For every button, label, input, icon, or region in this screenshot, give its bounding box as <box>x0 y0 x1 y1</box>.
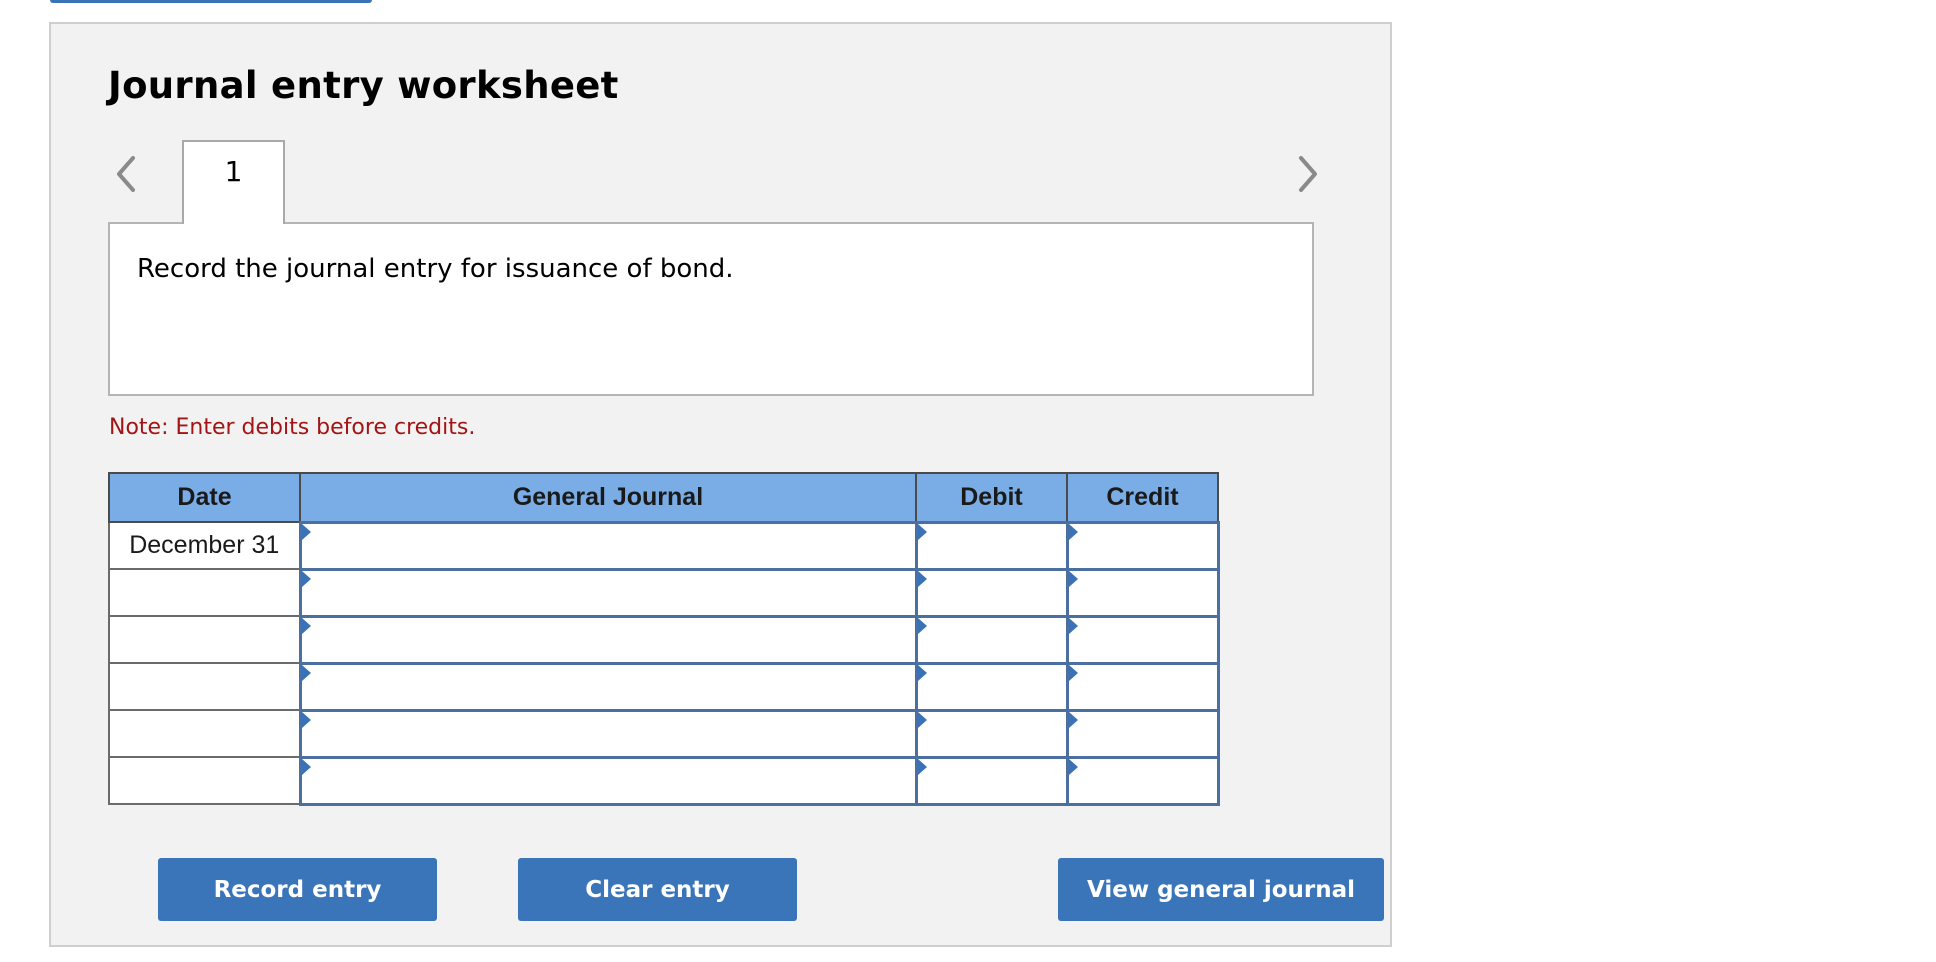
question-box: Record the journal entry for issuance of… <box>108 222 1314 396</box>
credit-cell <box>1065 755 1220 806</box>
view-general-journal-button[interactable]: View general journal <box>1058 858 1384 921</box>
dropdown-marker-icon <box>301 570 311 587</box>
account-input[interactable] <box>301 758 915 803</box>
date-cell <box>108 568 301 617</box>
worksheet-title: Journal entry worksheet <box>108 64 619 107</box>
journal-worksheet-panel: Journal entry worksheet 1 Record the jou… <box>49 22 1392 947</box>
credit-cell <box>1065 567 1220 618</box>
debit-header: Debit <box>915 472 1068 523</box>
account-cell <box>298 661 918 712</box>
dropdown-marker-icon <box>1068 664 1078 681</box>
dropdown-marker-icon <box>917 617 927 634</box>
date-header: Date <box>108 472 301 523</box>
date-cell <box>108 756 301 805</box>
debit-cell <box>914 614 1069 665</box>
dropdown-marker-icon <box>917 758 927 775</box>
account-cell <box>298 567 918 618</box>
table-row <box>108 661 1220 712</box>
credit-cell <box>1065 661 1220 712</box>
account-input[interactable] <box>301 617 915 662</box>
dropdown-marker-icon <box>301 664 311 681</box>
chevron-left-icon[interactable] <box>109 152 143 196</box>
date-cell: December 31 <box>108 521 301 570</box>
debit-cell <box>914 708 1069 759</box>
account-input[interactable] <box>301 664 915 709</box>
table-row <box>108 614 1220 665</box>
dropdown-marker-icon <box>1068 758 1078 775</box>
record-entry-button[interactable]: Record entry <box>158 858 437 921</box>
dropdown-marker-icon <box>917 664 927 681</box>
debit-input[interactable] <box>917 523 1066 568</box>
question-text: Record the journal entry for issuance of… <box>137 254 734 284</box>
dropdown-marker-icon <box>917 570 927 587</box>
account-cell <box>298 708 918 759</box>
general-journal-header: General Journal <box>299 472 917 523</box>
dropdown-marker-icon <box>301 758 311 775</box>
dropdown-marker-icon <box>1068 711 1078 728</box>
date-cell <box>108 709 301 758</box>
debit-input[interactable] <box>917 711 1066 756</box>
debit-input[interactable] <box>917 758 1066 803</box>
table-row <box>108 755 1220 806</box>
debit-cell <box>914 567 1069 618</box>
debit-cell <box>914 520 1069 571</box>
table-row: December 31 <box>108 520 1220 571</box>
dropdown-marker-icon <box>301 523 311 540</box>
credit-input[interactable] <box>1068 711 1217 756</box>
dropdown-marker-icon <box>301 711 311 728</box>
dropdown-marker-icon <box>1068 523 1078 540</box>
credit-input[interactable] <box>1068 617 1217 662</box>
credit-input[interactable] <box>1068 664 1217 709</box>
debit-input[interactable] <box>917 664 1066 709</box>
note-text: Note: Enter debits before credits. <box>109 415 476 440</box>
journal-entry-table: Date General Journal Debit Credit Decemb… <box>108 472 1220 806</box>
account-cell <box>298 755 918 806</box>
debit-input[interactable] <box>917 617 1066 662</box>
credit-header: Credit <box>1066 472 1219 523</box>
table-header-row: Date General Journal Debit Credit <box>108 472 1219 523</box>
dropdown-marker-icon <box>1068 570 1078 587</box>
dropdown-marker-icon <box>917 711 927 728</box>
debit-input[interactable] <box>917 570 1066 615</box>
table-row <box>108 708 1220 759</box>
date-cell <box>108 615 301 664</box>
table-row <box>108 567 1220 618</box>
account-input[interactable] <box>301 523 915 568</box>
debit-cell <box>914 661 1069 712</box>
credit-input[interactable] <box>1068 758 1217 803</box>
account-input[interactable] <box>301 711 915 756</box>
clear-entry-button[interactable]: Clear entry <box>518 858 797 921</box>
tab-1[interactable]: 1 <box>182 140 285 224</box>
account-input[interactable] <box>301 570 915 615</box>
debit-cell <box>914 755 1069 806</box>
account-cell <box>298 614 918 665</box>
date-cell <box>108 662 301 711</box>
credit-cell <box>1065 614 1220 665</box>
dropdown-marker-icon <box>1068 617 1078 634</box>
credit-input[interactable] <box>1068 523 1217 568</box>
credit-cell <box>1065 708 1220 759</box>
chevron-right-icon[interactable] <box>1291 152 1325 196</box>
credit-input[interactable] <box>1068 570 1217 615</box>
account-cell <box>298 520 918 571</box>
dropdown-marker-icon <box>301 617 311 634</box>
dropdown-marker-icon <box>917 523 927 540</box>
top-accent-strip <box>50 0 372 3</box>
credit-cell <box>1065 520 1220 571</box>
